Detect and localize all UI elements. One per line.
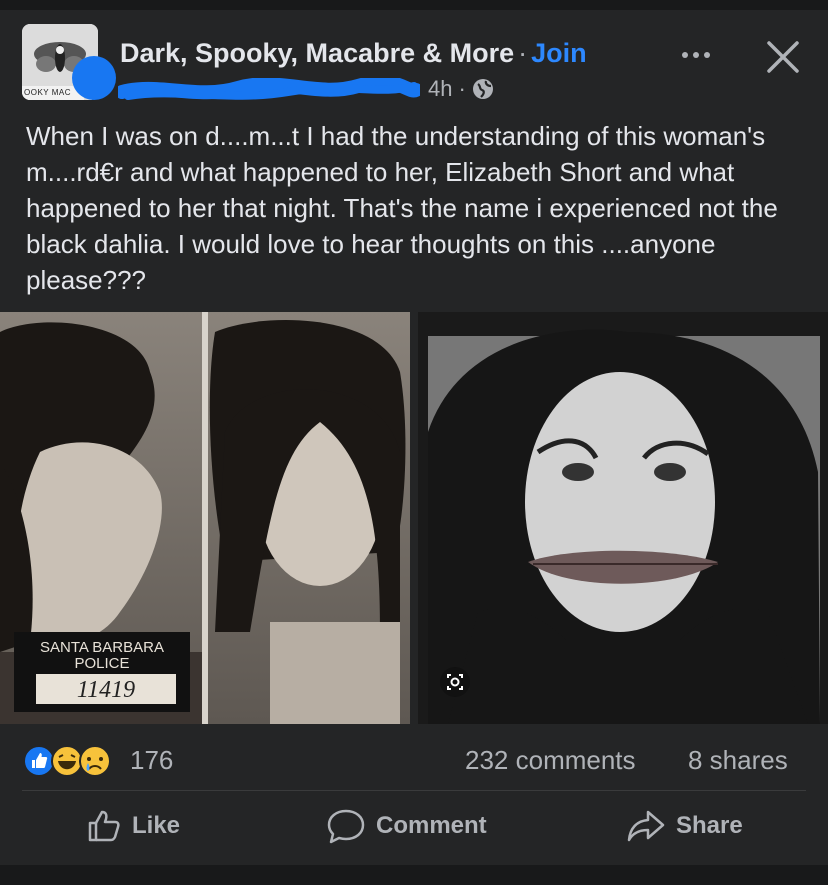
photo-mugshot[interactable]: SANTA BARBARA POLICE 11419	[0, 312, 410, 724]
join-link[interactable]: Join	[531, 38, 587, 68]
more-icon	[682, 52, 688, 58]
like-button[interactable]: Like	[86, 806, 180, 846]
post-header-title: Dark, Spooky, Macabre & More · Join	[120, 38, 587, 69]
header-separator: ·	[518, 38, 528, 68]
feed-gap-top	[0, 0, 828, 10]
portrait-image	[418, 312, 828, 724]
divider	[22, 790, 806, 791]
meta-separator: ·	[458, 76, 466, 101]
group-name-link[interactable]: Dark, Spooky, Macabre & More	[120, 38, 514, 68]
reaction-count[interactable]: 176	[130, 745, 173, 776]
author-avatar-redacted[interactable]	[72, 56, 116, 100]
sign-line-1: SANTA BARBARA	[40, 639, 164, 656]
photo-portrait[interactable]	[418, 312, 828, 724]
like-icon	[88, 810, 120, 842]
more-icon-dot	[693, 52, 699, 58]
share-label: Share	[676, 812, 743, 839]
post-meta: 4h ·	[428, 76, 494, 102]
more-options-button[interactable]	[676, 40, 716, 70]
like-label: Like	[132, 812, 181, 839]
globe-icon	[472, 79, 493, 99]
redaction-scribble	[118, 78, 420, 100]
sad-reaction-icon	[79, 745, 111, 777]
comment-icon	[327, 809, 365, 844]
close-icon[interactable]	[764, 38, 802, 76]
reaction-icons[interactable]	[22, 744, 132, 778]
share-icon	[627, 810, 665, 842]
more-icon-dot	[704, 52, 710, 58]
comments-count[interactable]: 232 comments	[465, 745, 636, 776]
post-time[interactable]: 4h	[428, 76, 452, 102]
mugshot-image: SANTA BARBARA POLICE 11419	[0, 312, 410, 724]
haha-reaction-icon	[51, 745, 83, 777]
shares-count[interactable]: 8 shares	[688, 745, 788, 776]
visual-search-icon[interactable]	[440, 667, 470, 697]
sign-line-2: POLICE	[74, 655, 129, 672]
sign-number: 11419	[77, 677, 135, 703]
feed-gap-bottom	[0, 865, 828, 885]
share-button[interactable]: Share	[626, 806, 743, 846]
comment-button[interactable]: Comment	[326, 806, 487, 846]
comment-label: Comment	[376, 812, 487, 839]
like-reaction-icon	[23, 745, 55, 777]
post-text: When I was on d....m...t I had the under…	[26, 121, 778, 295]
